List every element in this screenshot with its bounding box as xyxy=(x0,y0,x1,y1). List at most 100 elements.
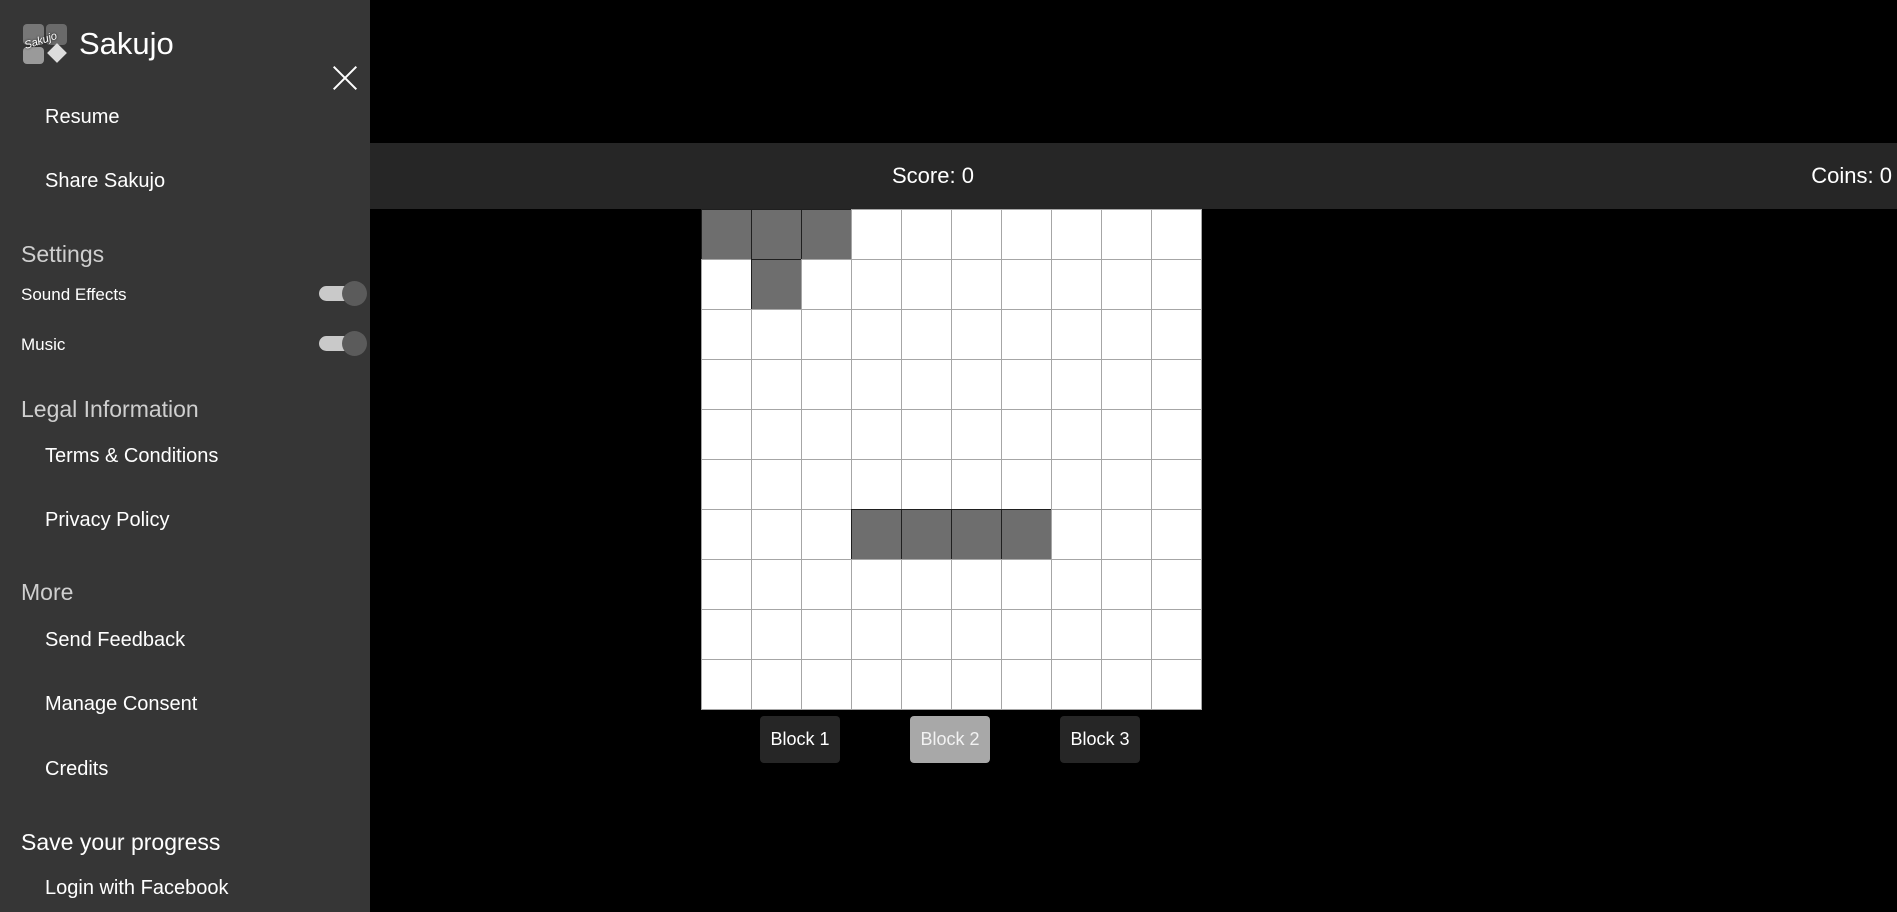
board-cell[interactable] xyxy=(801,509,852,560)
board-cell[interactable] xyxy=(801,459,852,510)
board-cell[interactable] xyxy=(701,359,752,410)
share-sakujo-button[interactable]: Share Sakujo xyxy=(45,170,165,193)
board-cell[interactable] xyxy=(1101,509,1152,560)
board-cell[interactable] xyxy=(1051,409,1102,460)
board-cell[interactable] xyxy=(701,509,752,560)
board-cell[interactable] xyxy=(801,609,852,660)
board-cell[interactable] xyxy=(901,609,952,660)
board-cell[interactable] xyxy=(1101,309,1152,360)
privacy-policy-link[interactable]: Privacy Policy xyxy=(45,509,169,532)
board-cell[interactable] xyxy=(1051,259,1102,310)
game-board[interactable] xyxy=(701,209,1202,710)
board-cell[interactable] xyxy=(951,559,1002,610)
board-cell[interactable] xyxy=(901,659,952,710)
board-cell[interactable] xyxy=(851,459,902,510)
board-cell[interactable] xyxy=(801,359,852,410)
board-cell[interactable] xyxy=(1051,509,1102,560)
board-cell[interactable] xyxy=(751,509,802,560)
board-cell-filled[interactable] xyxy=(951,509,1002,560)
board-cell[interactable] xyxy=(951,259,1002,310)
board-cell[interactable] xyxy=(1101,259,1152,310)
board-cell[interactable] xyxy=(1051,609,1102,660)
board-cell[interactable] xyxy=(751,609,802,660)
manage-consent-button[interactable]: Manage Consent xyxy=(45,693,197,716)
board-cell[interactable] xyxy=(1151,659,1202,710)
board-cell[interactable] xyxy=(901,409,952,460)
board-cell[interactable] xyxy=(1001,359,1052,410)
credits-button[interactable]: Credits xyxy=(45,758,108,781)
board-cell[interactable] xyxy=(701,559,752,610)
board-cell[interactable] xyxy=(1051,559,1102,610)
board-cell[interactable] xyxy=(901,309,952,360)
board-cell-filled[interactable] xyxy=(751,259,802,310)
board-cell-filled[interactable] xyxy=(1001,509,1052,560)
board-cell[interactable] xyxy=(951,409,1002,460)
board-cell[interactable] xyxy=(701,259,752,310)
board-cell[interactable] xyxy=(901,459,952,510)
board-cell[interactable] xyxy=(851,209,902,260)
board-cell[interactable] xyxy=(901,209,952,260)
board-cell[interactable] xyxy=(751,309,802,360)
board-cell[interactable] xyxy=(1001,409,1052,460)
board-cell[interactable] xyxy=(951,209,1002,260)
board-cell[interactable] xyxy=(1001,309,1052,360)
board-cell[interactable] xyxy=(1151,309,1202,360)
board-cell[interactable] xyxy=(901,359,952,410)
board-cell[interactable] xyxy=(701,459,752,510)
board-cell[interactable] xyxy=(851,309,902,360)
board-cell[interactable] xyxy=(851,409,902,460)
login-facebook-button[interactable]: Login with Facebook xyxy=(45,877,228,900)
board-cell[interactable] xyxy=(801,659,852,710)
board-cell[interactable] xyxy=(801,559,852,610)
board-cell-filled[interactable] xyxy=(751,209,802,260)
board-cell[interactable] xyxy=(851,609,902,660)
board-cell[interactable] xyxy=(751,459,802,510)
board-cell[interactable] xyxy=(901,259,952,310)
board-cell[interactable] xyxy=(951,659,1002,710)
board-cell-filled[interactable] xyxy=(901,509,952,560)
board-cell[interactable] xyxy=(1101,609,1152,660)
board-cell[interactable] xyxy=(1101,359,1152,410)
board-cell[interactable] xyxy=(1101,209,1152,260)
board-cell[interactable] xyxy=(1101,559,1152,610)
board-cell[interactable] xyxy=(1051,459,1102,510)
sound-effects-toggle[interactable] xyxy=(319,280,369,306)
send-feedback-button[interactable]: Send Feedback xyxy=(45,629,185,652)
board-cell[interactable] xyxy=(1151,359,1202,410)
block-2-button[interactable]: Block 2 xyxy=(910,716,990,763)
board-cell[interactable] xyxy=(1001,209,1052,260)
board-cell[interactable] xyxy=(1051,359,1102,410)
board-cell-filled[interactable] xyxy=(851,509,902,560)
board-cell[interactable] xyxy=(1151,209,1202,260)
board-cell[interactable] xyxy=(1101,409,1152,460)
board-cell[interactable] xyxy=(1151,409,1202,460)
board-cell[interactable] xyxy=(901,559,952,610)
board-cell[interactable] xyxy=(851,559,902,610)
resume-button[interactable]: Resume xyxy=(45,106,119,129)
terms-conditions-link[interactable]: Terms & Conditions xyxy=(45,445,218,468)
board-cell[interactable] xyxy=(1051,209,1102,260)
board-cell[interactable] xyxy=(701,309,752,360)
board-cell[interactable] xyxy=(851,659,902,710)
board-cell[interactable] xyxy=(951,309,1002,360)
board-cell[interactable] xyxy=(1101,459,1152,510)
board-cell[interactable] xyxy=(1001,609,1052,660)
board-cell[interactable] xyxy=(951,609,1002,660)
board-cell[interactable] xyxy=(1001,259,1052,310)
board-cell[interactable] xyxy=(701,659,752,710)
music-toggle[interactable] xyxy=(319,330,369,356)
board-cell[interactable] xyxy=(751,559,802,610)
board-cell[interactable] xyxy=(1001,559,1052,610)
board-cell[interactable] xyxy=(801,309,852,360)
board-cell[interactable] xyxy=(1151,259,1202,310)
board-cell[interactable] xyxy=(1051,309,1102,360)
board-cell[interactable] xyxy=(951,359,1002,410)
block-1-button[interactable]: Block 1 xyxy=(760,716,840,763)
board-cell[interactable] xyxy=(1151,559,1202,610)
board-cell[interactable] xyxy=(801,259,852,310)
board-cell[interactable] xyxy=(751,359,802,410)
board-cell-filled[interactable] xyxy=(701,209,752,260)
close-icon[interactable] xyxy=(331,64,359,92)
board-cell[interactable] xyxy=(1051,659,1102,710)
board-cell[interactable] xyxy=(701,609,752,660)
